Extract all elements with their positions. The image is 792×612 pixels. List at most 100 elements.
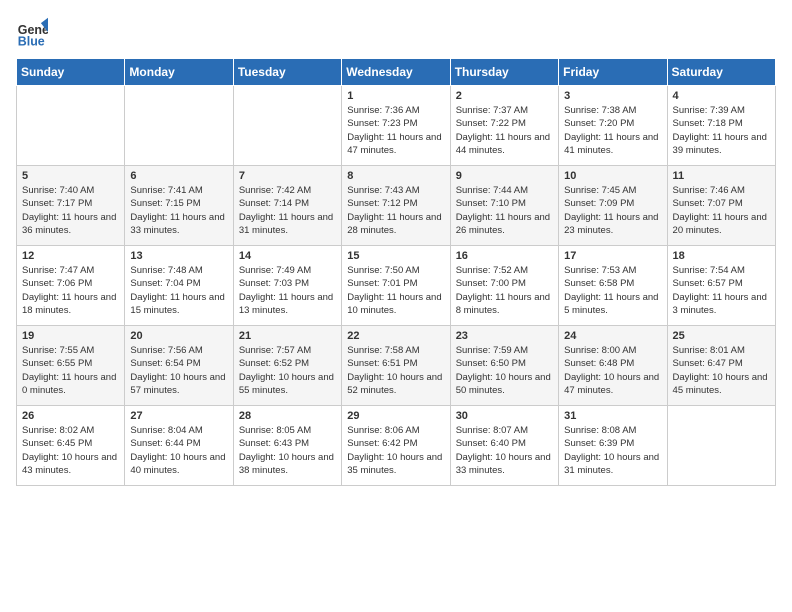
day-number: 2 (456, 90, 553, 102)
day-number: 12 (22, 250, 119, 262)
day-info: Sunrise: 7:41 AMSunset: 7:15 PMDaylight:… (130, 184, 227, 237)
day-number: 6 (130, 170, 227, 182)
calendar-cell: 5 Sunrise: 7:40 AMSunset: 7:17 PMDaylight… (17, 166, 125, 246)
day-number: 9 (456, 170, 553, 182)
day-number: 1 (347, 90, 444, 102)
day-info: Sunrise: 7:42 AMSunset: 7:14 PMDaylight:… (239, 184, 336, 237)
day-number: 24 (564, 330, 661, 342)
day-number: 8 (347, 170, 444, 182)
day-info: Sunrise: 7:56 AMSunset: 6:54 PMDaylight:… (130, 344, 227, 397)
week-row-5: 26 Sunrise: 8:02 AMSunset: 6:45 PMDayligh… (17, 406, 776, 486)
calendar-cell: 28 Sunrise: 8:05 AMSunset: 6:43 PMDayligh… (233, 406, 341, 486)
day-number: 20 (130, 330, 227, 342)
day-info: Sunrise: 8:06 AMSunset: 6:42 PMDaylight:… (347, 424, 444, 477)
day-number: 16 (456, 250, 553, 262)
calendar-cell: 21 Sunrise: 7:57 AMSunset: 6:52 PMDayligh… (233, 326, 341, 406)
calendar-cell: 11 Sunrise: 7:46 AMSunset: 7:07 PMDayligh… (667, 166, 775, 246)
col-header-sunday: Sunday (17, 59, 125, 86)
day-info: Sunrise: 7:40 AMSunset: 7:17 PMDaylight:… (22, 184, 119, 237)
day-info: Sunrise: 8:02 AMSunset: 6:45 PMDaylight:… (22, 424, 119, 477)
day-info: Sunrise: 7:44 AMSunset: 7:10 PMDaylight:… (456, 184, 553, 237)
day-number: 26 (22, 410, 119, 422)
week-row-2: 5 Sunrise: 7:40 AMSunset: 7:17 PMDaylight… (17, 166, 776, 246)
calendar-cell: 3 Sunrise: 7:38 AMSunset: 7:20 PMDaylight… (559, 86, 667, 166)
day-info: Sunrise: 7:48 AMSunset: 7:04 PMDaylight:… (130, 264, 227, 317)
col-header-tuesday: Tuesday (233, 59, 341, 86)
calendar-cell: 18Sunrise: 7:54 AMSunset: 6:57 PMDayligh… (667, 246, 775, 326)
calendar-cell: 7 Sunrise: 7:42 AMSunset: 7:14 PMDaylight… (233, 166, 341, 246)
day-info: Sunrise: 8:05 AMSunset: 6:43 PMDaylight:… (239, 424, 336, 477)
logo: General Blue (16, 16, 52, 48)
calendar-cell: 31Sunrise: 8:08 AMSunset: 6:39 PMDayligh… (559, 406, 667, 486)
day-number: 4 (673, 90, 770, 102)
day-info: Sunrise: 8:01 AMSunset: 6:47 PMDaylight:… (673, 344, 770, 397)
calendar-cell: 25 Sunrise: 8:01 AMSunset: 6:47 PMDayligh… (667, 326, 775, 406)
day-info: Sunrise: 7:38 AMSunset: 7:20 PMDaylight:… (564, 104, 661, 157)
day-number: 21 (239, 330, 336, 342)
calendar-cell: 15 Sunrise: 7:50 AMSunset: 7:01 PMDayligh… (342, 246, 450, 326)
week-row-1: 1 Sunrise: 7:36 AMSunset: 7:23 PMDaylight… (17, 86, 776, 166)
day-info: Sunrise: 7:58 AMSunset: 6:51 PMDaylight:… (347, 344, 444, 397)
day-info: Sunrise: 8:00 AMSunset: 6:48 PMDaylight:… (564, 344, 661, 397)
day-info: Sunrise: 7:59 AMSunset: 6:50 PMDaylight:… (456, 344, 553, 397)
day-info: Sunrise: 7:52 AMSunset: 7:00 PMDaylight:… (456, 264, 553, 317)
day-number: 19 (22, 330, 119, 342)
col-header-monday: Monday (125, 59, 233, 86)
calendar-cell: 16 Sunrise: 7:52 AMSunset: 7:00 PMDayligh… (450, 246, 558, 326)
day-number: 18 (673, 250, 770, 262)
calendar-cell: 14Sunrise: 7:49 AMSunset: 7:03 PMDayligh… (233, 246, 341, 326)
day-info: Sunrise: 7:36 AMSunset: 7:23 PMDaylight:… (347, 104, 444, 157)
day-number: 15 (347, 250, 444, 262)
day-info: Sunrise: 7:55 AMSunset: 6:55 PMDaylight:… (22, 344, 119, 397)
calendar-cell: 13Sunrise: 7:48 AMSunset: 7:04 PMDayligh… (125, 246, 233, 326)
day-number: 17 (564, 250, 661, 262)
day-info: Sunrise: 7:37 AMSunset: 7:22 PMDaylight:… (456, 104, 553, 157)
calendar-cell: 22Sunrise: 7:58 AMSunset: 6:51 PMDayligh… (342, 326, 450, 406)
day-info: Sunrise: 7:53 AMSunset: 6:58 PMDaylight:… (564, 264, 661, 317)
day-number: 28 (239, 410, 336, 422)
day-number: 11 (673, 170, 770, 182)
calendar-cell: 4 Sunrise: 7:39 AMSunset: 7:18 PMDaylight… (667, 86, 775, 166)
day-info: Sunrise: 7:46 AMSunset: 7:07 PMDaylight:… (673, 184, 770, 237)
page-header: General Blue (16, 16, 776, 48)
col-header-saturday: Saturday (667, 59, 775, 86)
calendar-cell: 24 Sunrise: 8:00 AMSunset: 6:48 PMDayligh… (559, 326, 667, 406)
day-number: 30 (456, 410, 553, 422)
calendar-cell: 19 Sunrise: 7:55 AMSunset: 6:55 PMDayligh… (17, 326, 125, 406)
day-info: Sunrise: 7:57 AMSunset: 6:52 PMDaylight:… (239, 344, 336, 397)
day-number: 29 (347, 410, 444, 422)
week-row-4: 19 Sunrise: 7:55 AMSunset: 6:55 PMDayligh… (17, 326, 776, 406)
calendar-cell: 29 Sunrise: 8:06 AMSunset: 6:42 PMDayligh… (342, 406, 450, 486)
day-number: 3 (564, 90, 661, 102)
day-info: Sunrise: 8:04 AMSunset: 6:44 PMDaylight:… (130, 424, 227, 477)
day-number: 25 (673, 330, 770, 342)
calendar-cell: 2 Sunrise: 7:37 AMSunset: 7:22 PMDaylight… (450, 86, 558, 166)
day-info: Sunrise: 8:08 AMSunset: 6:39 PMDaylight:… (564, 424, 661, 477)
week-row-3: 12 Sunrise: 7:47 AMSunset: 7:06 PMDayligh… (17, 246, 776, 326)
calendar-cell: 20 Sunrise: 7:56 AMSunset: 6:54 PMDayligh… (125, 326, 233, 406)
calendar-cell: 1 Sunrise: 7:36 AMSunset: 7:23 PMDaylight… (342, 86, 450, 166)
calendar-cell: 27Sunrise: 8:04 AMSunset: 6:44 PMDayligh… (125, 406, 233, 486)
day-number: 10 (564, 170, 661, 182)
day-info: Sunrise: 7:39 AMSunset: 7:18 PMDaylight:… (673, 104, 770, 157)
day-info: Sunrise: 8:07 AMSunset: 6:40 PMDaylight:… (456, 424, 553, 477)
col-header-wednesday: Wednesday (342, 59, 450, 86)
day-info: Sunrise: 7:43 AMSunset: 7:12 PMDaylight:… (347, 184, 444, 237)
day-info: Sunrise: 7:49 AMSunset: 7:03 PMDaylight:… (239, 264, 336, 317)
calendar-cell: 12 Sunrise: 7:47 AMSunset: 7:06 PMDayligh… (17, 246, 125, 326)
calendar-body: 1 Sunrise: 7:36 AMSunset: 7:23 PMDaylight… (17, 86, 776, 486)
day-info: Sunrise: 7:45 AMSunset: 7:09 PMDaylight:… (564, 184, 661, 237)
day-number: 5 (22, 170, 119, 182)
day-info: Sunrise: 7:47 AMSunset: 7:06 PMDaylight:… (22, 264, 119, 317)
svg-text:Blue: Blue (18, 34, 45, 48)
day-number: 7 (239, 170, 336, 182)
calendar-table: SundayMondayTuesdayWednesdayThursdayFrid… (16, 58, 776, 486)
day-number: 23 (456, 330, 553, 342)
calendar-cell (233, 86, 341, 166)
day-info: Sunrise: 7:50 AMSunset: 7:01 PMDaylight:… (347, 264, 444, 317)
col-header-thursday: Thursday (450, 59, 558, 86)
calendar-cell: 26 Sunrise: 8:02 AMSunset: 6:45 PMDayligh… (17, 406, 125, 486)
calendar-cell: 6 Sunrise: 7:41 AMSunset: 7:15 PMDaylight… (125, 166, 233, 246)
calendar-cell (17, 86, 125, 166)
col-header-friday: Friday (559, 59, 667, 86)
